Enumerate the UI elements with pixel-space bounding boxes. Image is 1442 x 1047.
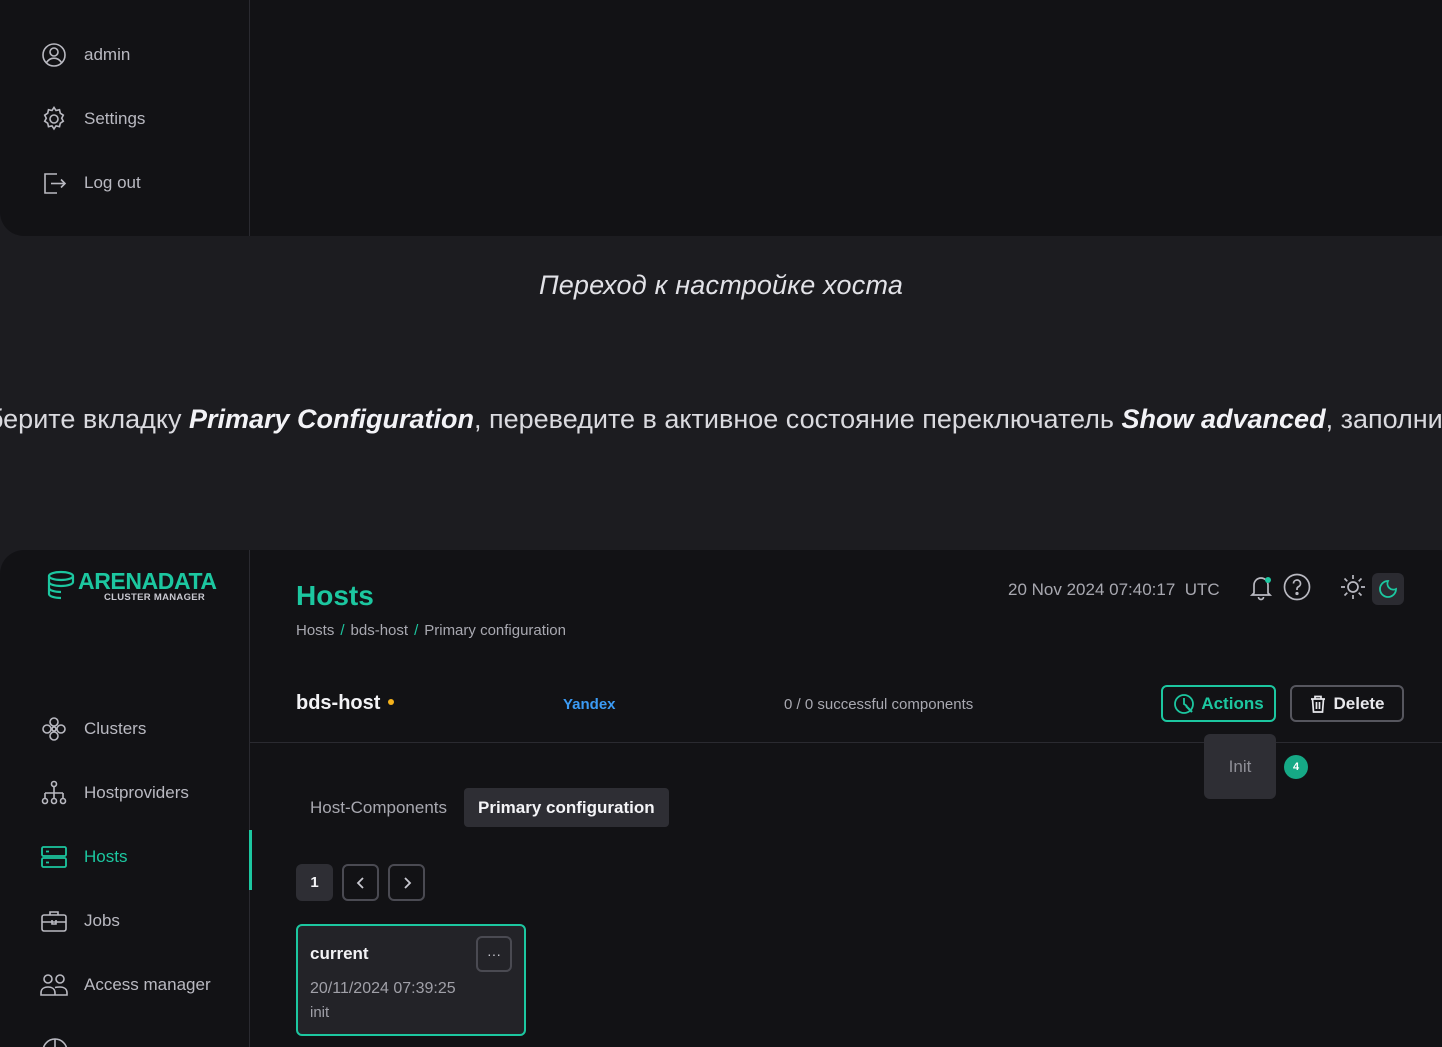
more-dots-icon: ··· — [487, 946, 501, 962]
sun-icon[interactable] — [1338, 572, 1368, 602]
users-icon — [40, 974, 68, 996]
chevron-right-icon — [403, 876, 411, 889]
paragraph-bold-term: Show advanced — [1121, 404, 1326, 434]
main-sidebar: ARENADATA CLUSTER MANAGER Clusters Hostp… — [0, 550, 250, 1047]
sidebar-item-label: Log out — [84, 173, 141, 192]
top-screenshot-panel: admin Settings Log out — [0, 0, 1442, 236]
gear-icon — [43, 106, 65, 131]
sidebar-item-label: Clusters — [84, 719, 147, 738]
sidebar-item-label: admin — [84, 45, 131, 64]
actions-button[interactable]: Actions — [1161, 685, 1276, 722]
sidebar-item-label: Hostproviders — [84, 783, 189, 802]
sidebar-item-clusters[interactable]: Clusters — [40, 714, 146, 744]
logo-subtitle: CLUSTER MANAGER — [104, 592, 206, 603]
sidebar-item-logout[interactable]: Log out — [40, 168, 141, 198]
breadcrumb-current: Primary configuration — [424, 622, 566, 639]
user-circle-icon — [42, 43, 66, 67]
hierarchy-icon — [41, 780, 67, 805]
active-nav-indicator — [249, 830, 252, 890]
audit-icon[interactable] — [40, 1036, 70, 1047]
trash-icon — [1311, 695, 1326, 713]
chevron-left-icon — [356, 876, 364, 889]
sidebar-item-jobs[interactable]: Jobs — [40, 906, 120, 936]
tab-primary-configuration[interactable]: Primary configuration — [464, 788, 669, 827]
clusters-icon — [42, 717, 66, 741]
figure-caption: Переход к настройке хоста — [538, 270, 904, 300]
config-card-description: init — [310, 1004, 330, 1021]
paragraph-text: , заполнит — [1325, 404, 1442, 434]
arenadata-logo[interactable]: ARENADATA CLUSTER MANAGER — [46, 570, 217, 603]
breadcrumb-link-hosts[interactable]: Hosts — [296, 622, 334, 639]
server-icon — [41, 846, 67, 868]
sidebar-item-settings[interactable]: Settings — [40, 104, 145, 134]
dark-theme-button[interactable] — [1372, 573, 1404, 605]
actions-dropdown: Init — [1204, 734, 1276, 799]
logout-icon — [44, 173, 67, 194]
pager-page-1[interactable]: 1 — [296, 864, 333, 901]
config-version-card[interactable]: current ··· 20/11/2024 07:39:25 init — [296, 924, 526, 1036]
page-title: Hosts — [296, 580, 374, 611]
actions-icon — [1174, 693, 1195, 714]
bell-icon[interactable] — [1246, 572, 1276, 602]
sidebar-item-admin[interactable]: admin — [40, 40, 130, 70]
pager-prev-button[interactable] — [342, 864, 379, 901]
top-sidebar: admin Settings Log out — [0, 0, 250, 236]
sidebar-item-hostproviders[interactable]: Hostproviders — [40, 778, 189, 808]
delete-button[interactable]: Delete — [1290, 685, 1404, 722]
config-card-title: current — [310, 944, 369, 963]
moon-icon — [1379, 580, 1397, 598]
delete-button-label: Delete — [1333, 693, 1385, 713]
host-status-dot — [388, 698, 395, 705]
host-name: bds-host — [296, 692, 395, 715]
sidebar-item-label: Jobs — [84, 911, 120, 930]
more-options-button[interactable]: ··· — [476, 936, 512, 972]
host-name-text: bds-host — [296, 692, 381, 714]
action-item-init[interactable]: Init — [1229, 757, 1252, 777]
sidebar-item-label: Settings — [84, 109, 146, 128]
database-logo-icon — [47, 570, 75, 600]
help-icon[interactable] — [1282, 572, 1312, 602]
briefcase-icon — [41, 911, 67, 932]
instruction-paragraph: берите вкладку Primary Configuration, пе… — [0, 404, 1442, 435]
tab-host-components[interactable]: Host-Components — [296, 788, 461, 827]
sidebar-item-access-manager[interactable]: Access manager — [40, 970, 211, 1000]
breadcrumb: Hosts / bds-host / Primary configuration — [296, 622, 566, 639]
step-badge: 4 — [1284, 755, 1308, 779]
paragraph-text: берите вкладку — [0, 404, 189, 434]
pager-next-button[interactable] — [388, 864, 425, 901]
components-status: 0 / 0 successful components — [784, 696, 974, 713]
config-card-date: 20/11/2024 07:39:25 — [310, 980, 456, 997]
app-screenshot-panel: ARENADATA CLUSTER MANAGER Clusters Hostp… — [0, 550, 1442, 1047]
sidebar-item-label: Access manager — [84, 975, 211, 994]
sidebar-item-label: Hosts — [84, 847, 128, 866]
sidebar-item-hosts[interactable]: Hosts — [40, 842, 127, 872]
host-provider-link[interactable]: Yandex — [563, 696, 616, 713]
server-datetime: 20 Nov 2024 07:40:17 UTC — [1008, 580, 1220, 599]
actions-button-label: Actions — [1201, 693, 1264, 713]
paragraph-text: , переведите в активное состояние перекл… — [474, 404, 1122, 434]
logo-wordmark: ARENADATA — [78, 568, 217, 594]
breadcrumb-link-host[interactable]: bds-host — [351, 622, 409, 639]
paragraph-bold-term: Primary Configuration — [188, 404, 474, 434]
